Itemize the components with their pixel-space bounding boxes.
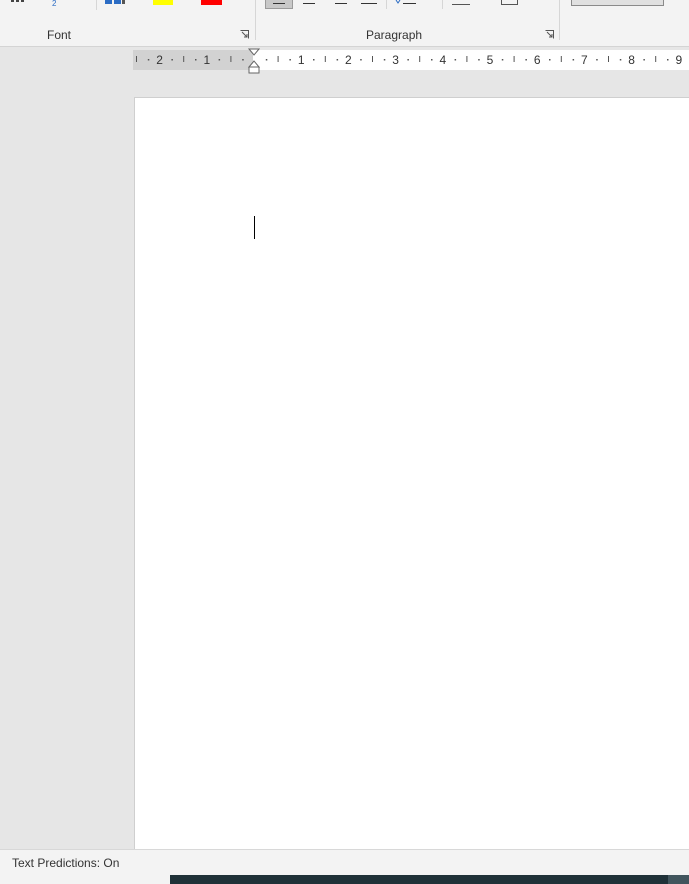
paragraph-dialog-launcher-icon[interactable] <box>545 30 554 39</box>
ruler-tick <box>372 56 373 62</box>
ruler-tick <box>560 56 562 62</box>
strikethrough-icon[interactable] <box>10 0 26 6</box>
ruler-tick <box>324 56 326 62</box>
taskbar <box>170 875 689 884</box>
document-page[interactable] <box>134 97 689 850</box>
font-dialog-launcher-icon[interactable] <box>240 30 249 39</box>
ruler-tick <box>336 59 339 61</box>
ruler-tick <box>667 59 669 61</box>
subscript-icon[interactable]: 2 <box>50 0 62 8</box>
ruler-tick <box>313 59 315 61</box>
indent-marker-icon[interactable] <box>248 48 260 75</box>
font-group-label: Font <box>47 28 72 42</box>
ruler-tick <box>643 59 645 61</box>
ruler-number: 1 <box>203 53 210 67</box>
ruler-number: 5 <box>487 53 494 67</box>
ruler-number: 3 <box>392 53 399 67</box>
ruler-tick <box>419 56 421 62</box>
horizontal-ruler[interactable]: 2 1 1 2 3 4 5 6 7 8 9 <box>133 48 689 74</box>
separator <box>442 0 443 9</box>
ruler-tick <box>549 59 551 61</box>
ruler-number: 8 <box>628 53 635 67</box>
ruler-tick <box>383 59 386 61</box>
ruler-number: 1 <box>298 53 305 67</box>
status-bar: Text Predictions: On <box>0 849 689 876</box>
ruler-tick <box>478 59 480 61</box>
ruler-tick <box>525 59 527 61</box>
separator <box>255 0 256 40</box>
ruler-tick <box>277 56 279 62</box>
text-cursor <box>254 216 255 239</box>
ruler-tick <box>230 56 232 62</box>
separator <box>559 0 560 40</box>
paragraph-group-label: Paragraph <box>366 28 423 42</box>
text-predictions-status[interactable]: Text Predictions: On <box>12 856 119 870</box>
line-spacing-icon[interactable] <box>394 0 418 8</box>
ruler-tick <box>195 59 197 61</box>
ruler-number: 7 <box>581 53 588 67</box>
separator <box>386 0 387 9</box>
ruler-tick <box>407 59 409 61</box>
align-line <box>273 3 285 4</box>
ruler-tick <box>289 59 291 61</box>
ruler-number: 2 <box>156 53 163 67</box>
ruler-tick <box>466 56 468 62</box>
ruler-number: 2 <box>345 53 352 67</box>
ruler-tick <box>171 59 173 61</box>
ruler-tick <box>655 56 657 62</box>
shading-icon[interactable] <box>451 0 471 8</box>
ruler-tick <box>265 59 268 61</box>
ruler-tick <box>619 59 622 61</box>
align-center-icon[interactable] <box>302 0 316 6</box>
styles-gallery[interactable] <box>571 0 664 6</box>
ruler-tick <box>572 59 575 61</box>
ribbon: 2 Font Paragraph <box>0 0 689 47</box>
ruler-tick <box>147 59 150 61</box>
ruler-tick <box>513 56 515 62</box>
ruler-tick <box>431 59 433 61</box>
ruler-tick <box>454 59 457 61</box>
text-effects-icon[interactable] <box>104 0 126 6</box>
justify-icon[interactable] <box>360 0 378 6</box>
svg-text:2: 2 <box>52 0 57 8</box>
ruler-tick <box>596 59 598 61</box>
borders-icon[interactable] <box>500 0 520 8</box>
ruler-number: 6 <box>534 53 541 67</box>
taskbar-accent <box>668 875 689 884</box>
ruler-tick <box>136 56 137 62</box>
align-left-icon[interactable] <box>265 0 293 9</box>
ruler-tick <box>242 59 244 61</box>
ruler-number: 4 <box>439 53 446 67</box>
font-color-icon[interactable] <box>201 0 222 5</box>
ruler-number: 9 <box>675 53 682 67</box>
align-right-icon[interactable] <box>334 0 348 6</box>
ruler-tick <box>360 59 362 61</box>
highlight-color-icon[interactable] <box>153 0 173 5</box>
separator <box>96 0 97 10</box>
ruler-tick <box>608 56 609 62</box>
ruler-ticks: 2 1 1 2 3 4 5 6 7 8 9 <box>136 53 682 67</box>
ruler-tick <box>183 56 185 62</box>
ruler-tick <box>218 59 221 61</box>
ruler-tick <box>501 59 504 61</box>
